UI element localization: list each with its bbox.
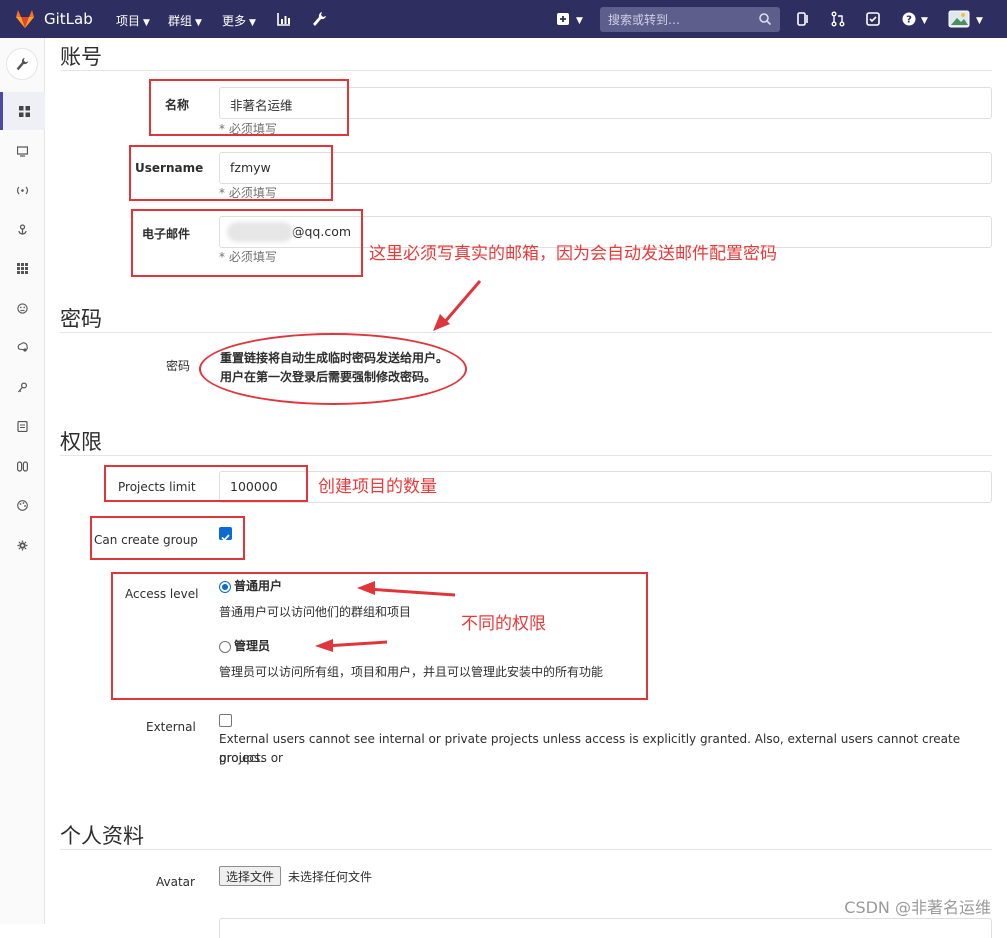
- annotation-arrows: [45, 38, 1007, 924]
- sidebar-item-abuse-reports[interactable]: [0, 289, 45, 327]
- deploy-keys-icon: [17, 382, 28, 393]
- nav-groups-label: 群组: [168, 14, 192, 28]
- nav-more-label: 更多: [222, 14, 246, 28]
- chevron-down-icon: ▼: [195, 18, 202, 28]
- sidebar-item-hooks[interactable]: [0, 210, 45, 248]
- admin-wrench-icon[interactable]: [310, 10, 328, 28]
- help-dropdown-caret[interactable]: ▼: [918, 12, 928, 26]
- messages-icon: [17, 185, 28, 196]
- applications-icon: [17, 263, 28, 274]
- kubernetes-icon: [17, 342, 28, 353]
- sidebar-item-appearance[interactable]: [0, 486, 45, 524]
- search-box[interactable]: [600, 7, 780, 32]
- merge-requests-icon[interactable]: [829, 10, 847, 28]
- sidebar-item-settings[interactable]: [0, 526, 45, 564]
- help-icon[interactable]: ?: [900, 10, 918, 28]
- gitlab-logo-icon[interactable]: [14, 8, 36, 30]
- brand-name[interactable]: GitLab: [44, 10, 93, 28]
- search-icon: [758, 12, 772, 26]
- abuse-reports-icon: [17, 303, 28, 314]
- admin-sidebar: [0, 38, 45, 924]
- sidebar-item-monitoring[interactable]: [0, 132, 45, 170]
- labels-icon: [17, 461, 28, 472]
- nav-projects-label: 项目: [116, 14, 140, 28]
- admin-area-avatar[interactable]: [6, 48, 38, 80]
- monitoring-icon: [17, 146, 28, 157]
- top-navbar: GitLab 项目▼ 群组▼ 更多▼ ▼ ? ▼ ▼: [0, 0, 1007, 38]
- user-avatar-icon[interactable]: [948, 10, 970, 28]
- nav-groups[interactable]: 群组▼: [168, 12, 202, 29]
- sidebar-item-messages[interactable]: [0, 171, 45, 209]
- wrench-icon: [14, 56, 30, 72]
- sidebar-item-deploy-keys[interactable]: [0, 368, 45, 406]
- service-templates-icon: [17, 421, 28, 432]
- overview-icon: [19, 106, 30, 117]
- chevron-down-icon: ▼: [249, 18, 256, 28]
- watermark: CSDN @非著名运维: [844, 894, 991, 918]
- chevron-down-icon: ▼: [576, 16, 583, 26]
- chevron-down-icon: ▼: [921, 16, 928, 26]
- sidebar-item-kubernetes[interactable]: [0, 328, 45, 366]
- sidebar-item-overview[interactable]: [0, 92, 45, 130]
- issues-icon[interactable]: [794, 10, 812, 28]
- chevron-down-icon: ▼: [143, 18, 150, 28]
- todos-icon[interactable]: [864, 10, 882, 28]
- svg-text:?: ?: [906, 15, 912, 26]
- activity-chart-icon[interactable]: [275, 10, 293, 28]
- nav-more[interactable]: 更多▼: [222, 12, 256, 29]
- sidebar-item-labels[interactable]: [0, 447, 45, 485]
- new-plus-icon[interactable]: [555, 10, 573, 28]
- nav-projects[interactable]: 项目▼: [116, 12, 150, 29]
- appearance-icon: [17, 500, 28, 511]
- hooks-icon: [17, 224, 28, 235]
- sidebar-item-service-templates[interactable]: [0, 407, 45, 445]
- chevron-down-icon: ▼: [976, 16, 983, 26]
- search-input[interactable]: [600, 7, 750, 32]
- sidebar-item-applications[interactable]: [0, 249, 45, 287]
- new-dropdown-caret[interactable]: ▼: [573, 12, 583, 26]
- settings-gear-icon: [17, 540, 28, 551]
- user-dropdown-caret[interactable]: ▼: [973, 12, 983, 26]
